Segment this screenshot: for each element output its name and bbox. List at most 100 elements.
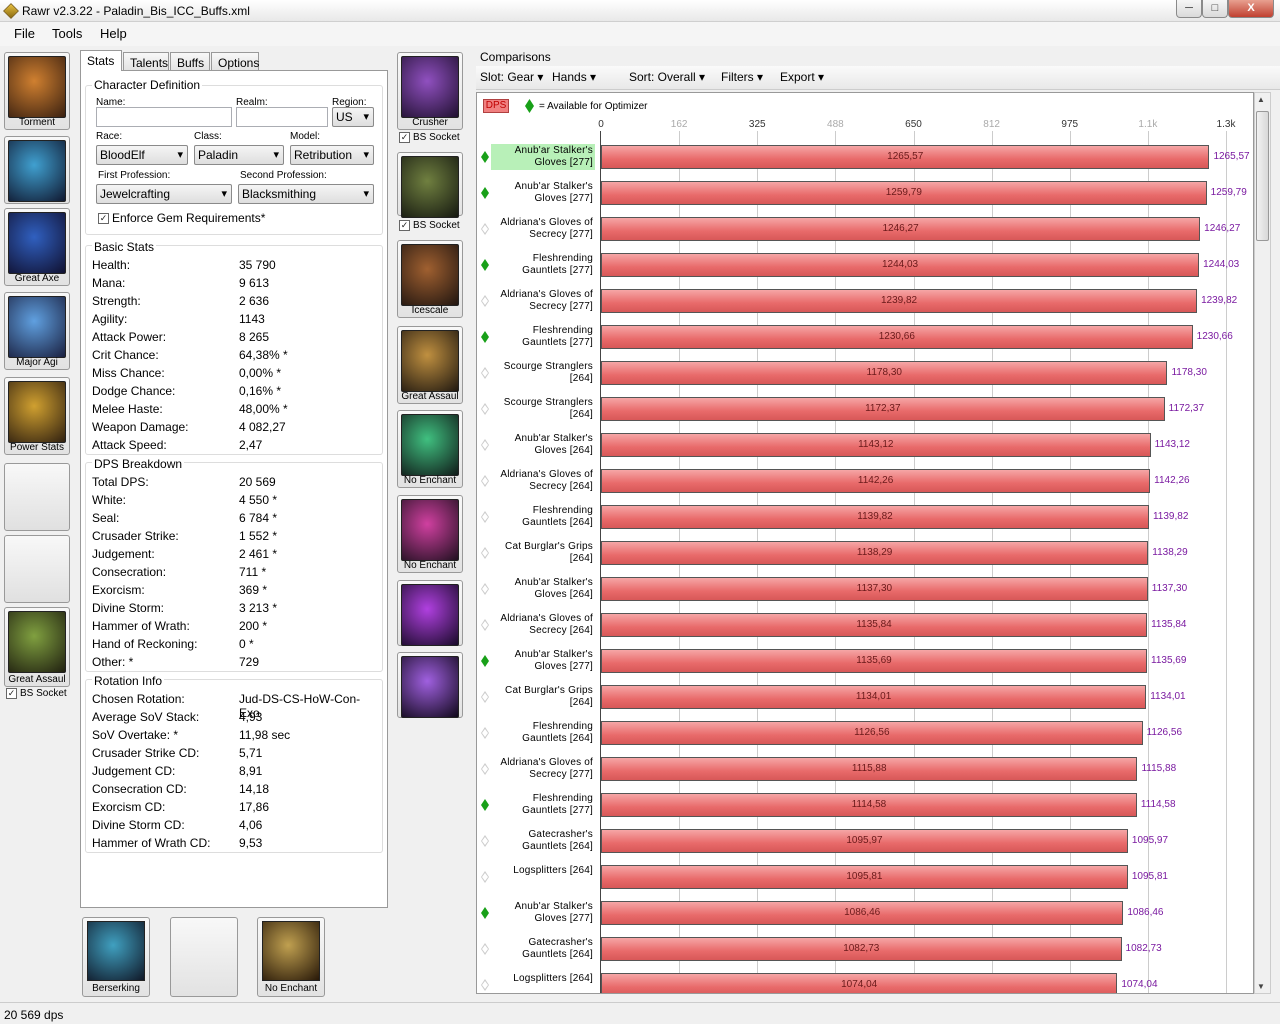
item-name-label[interactable]: Scourge Stranglers [264] xyxy=(491,360,595,386)
name-input[interactable] xyxy=(96,107,232,127)
optimizer-gem-icon[interactable] xyxy=(481,835,489,847)
dps-bar[interactable]: 1115,88 xyxy=(601,757,1138,781)
dps-bar[interactable]: 1137,30 xyxy=(601,577,1148,601)
optimizer-gem-icon[interactable] xyxy=(481,547,489,559)
item-name-label[interactable]: Logsplitters [264] xyxy=(491,864,595,890)
gear-slot-icescale[interactable]: Icescale xyxy=(397,240,463,318)
gear-slot-major-agi[interactable]: Major Agi xyxy=(4,292,70,370)
optimizer-gem-icon[interactable] xyxy=(481,259,489,271)
maximize-button[interactable]: □ xyxy=(1202,0,1228,18)
gear-slot-great-assaul[interactable]: Great Assaul xyxy=(397,326,463,404)
tab-talents[interactable]: Talents xyxy=(123,52,169,70)
gear-slot-crusher[interactable]: Crusher xyxy=(397,52,463,130)
optimizer-gem-icon[interactable] xyxy=(481,655,489,667)
optimizer-gem-icon[interactable] xyxy=(481,691,489,703)
item-name-label[interactable]: Aldriana's Gloves of Secrecy [264] xyxy=(491,468,595,494)
chart-scrollbar[interactable]: ▲ ▼ xyxy=(1254,92,1271,994)
gear-slot-left-5[interactable] xyxy=(4,463,70,531)
optimizer-gem-icon[interactable] xyxy=(481,979,489,991)
dps-bar[interactable]: 1086,46 xyxy=(601,901,1124,925)
dps-bar[interactable]: 1134,01 xyxy=(601,685,1147,709)
item-name-label[interactable]: Aldriana's Gloves of Secrecy [277] xyxy=(491,288,595,314)
minimize-button[interactable]: ─ xyxy=(1176,0,1202,18)
gear-slot-no-enchant[interactable]: No Enchant xyxy=(257,917,325,997)
item-name-label[interactable]: Scourge Stranglers [264] xyxy=(491,396,595,422)
item-name-label[interactable]: Anub'ar Stalker's Gloves [264] xyxy=(491,576,595,602)
dps-bar[interactable]: 1095,81 xyxy=(601,865,1128,889)
item-name-label[interactable]: Cat Burglar's Grips [264] xyxy=(491,540,595,566)
optimizer-gem-icon[interactable] xyxy=(481,367,489,379)
sort-dropdown[interactable]: Sort: Overall ▾ xyxy=(629,70,705,84)
tab-buffs[interactable]: Buffs xyxy=(170,52,210,70)
menu-help[interactable]: Help xyxy=(100,26,127,41)
dps-bar[interactable]: 1074,04 xyxy=(601,973,1118,993)
close-button[interactable]: X xyxy=(1228,0,1274,18)
dps-bar[interactable]: 1265,57 xyxy=(601,145,1210,169)
item-name-label[interactable]: Anub'ar Stalker's Gloves [277] xyxy=(491,144,595,170)
menu-tools[interactable]: Tools xyxy=(52,26,82,41)
optimizer-gem-icon[interactable] xyxy=(481,907,489,919)
tab-stats[interactable]: Stats xyxy=(80,50,122,71)
scroll-down-icon[interactable]: ▼ xyxy=(1257,982,1265,991)
item-name-label[interactable]: Anub'ar Stalker's Gloves [277] xyxy=(491,648,595,674)
dps-bar[interactable]: 1135,69 xyxy=(601,649,1147,673)
dps-bar[interactable]: 1244,03 xyxy=(601,253,1200,277)
optimizer-gem-icon[interactable] xyxy=(481,475,489,487)
dps-bar[interactable]: 1095,97 xyxy=(601,829,1128,853)
gear-slot-mid-1[interactable] xyxy=(397,152,463,218)
gear-slot-left-6[interactable] xyxy=(4,535,70,603)
mid-bs-socket-checkbox-2[interactable]: ✓ BS Socket xyxy=(399,220,460,231)
item-name-label[interactable]: Logsplitters [264] xyxy=(491,972,595,993)
gear-slot-bottom-1[interactable] xyxy=(170,917,238,997)
dps-bar[interactable]: 1126,56 xyxy=(601,721,1143,745)
gear-slot-berserking[interactable]: Berserking xyxy=(82,917,150,997)
dps-bar[interactable]: 1230,66 xyxy=(601,325,1193,349)
item-name-label[interactable]: Aldriana's Gloves of Secrecy [264] xyxy=(491,612,595,638)
export-dropdown[interactable]: Export ▾ xyxy=(780,70,824,84)
dps-bar[interactable]: 1178,30 xyxy=(601,361,1168,385)
left-bs-socket-checkbox[interactable]: ✓ BS Socket xyxy=(6,688,67,699)
gear-slot-power-stats[interactable]: Power Stats xyxy=(4,377,70,455)
item-name-label[interactable]: Fleshrending Gauntlets [264] xyxy=(491,720,595,746)
item-name-label[interactable]: Gatecrasher's Gauntlets [264] xyxy=(491,936,595,962)
dps-bar[interactable]: 1139,82 xyxy=(601,505,1149,529)
gear-slot-no-enchant[interactable]: No Enchant xyxy=(397,410,463,488)
optimizer-gem-icon[interactable] xyxy=(481,799,489,811)
race-select[interactable]: BloodElf xyxy=(96,145,188,165)
optimizer-gem-icon[interactable] xyxy=(481,727,489,739)
optimizer-gem-icon[interactable] xyxy=(481,583,489,595)
gear-slot-mid-7[interactable] xyxy=(397,652,463,718)
item-name-label[interactable]: Anub'ar Stalker's Gloves [277] xyxy=(491,900,595,926)
enforce-gem-checkbox[interactable]: ✓ Enforce Gem Requirements* xyxy=(98,211,265,225)
dps-bar[interactable]: 1239,82 xyxy=(601,289,1198,313)
dps-bar[interactable]: 1082,73 xyxy=(601,937,1122,961)
second-profession-select[interactable]: Blacksmithing xyxy=(238,184,374,204)
dps-bar[interactable]: 1135,84 xyxy=(601,613,1148,637)
optimizer-gem-icon[interactable] xyxy=(481,331,489,343)
item-name-label[interactable]: Aldriana's Gloves of Secrecy [277] xyxy=(491,756,595,782)
item-name-label[interactable]: Aldriana's Gloves of Secrecy [277] xyxy=(491,216,595,242)
item-name-label[interactable]: Cat Burglar's Grips [264] xyxy=(491,684,595,710)
item-name-label[interactable]: Fleshrending Gauntlets [264] xyxy=(491,504,595,530)
optimizer-gem-icon[interactable] xyxy=(481,871,489,883)
class-select[interactable]: Paladin xyxy=(194,145,284,165)
menu-file[interactable]: File xyxy=(14,26,35,41)
region-select[interactable]: US xyxy=(332,107,374,127)
optimizer-gem-icon[interactable] xyxy=(481,187,489,199)
optimizer-gem-icon[interactable] xyxy=(481,943,489,955)
gear-slot-left-1[interactable] xyxy=(4,136,70,204)
dps-bar[interactable]: 1142,26 xyxy=(601,469,1151,493)
slot-dropdown[interactable]: Slot: Gear ▾ xyxy=(480,70,543,84)
mid-bs-socket-checkbox-1[interactable]: ✓ BS Socket xyxy=(399,132,460,143)
tab-options[interactable]: Options xyxy=(211,52,259,70)
dps-bar[interactable]: 1114,58 xyxy=(601,793,1137,817)
optimizer-gem-icon[interactable] xyxy=(481,763,489,775)
hands-dropdown[interactable]: Hands ▾ xyxy=(552,70,596,84)
optimizer-gem-icon[interactable] xyxy=(481,223,489,235)
dps-bar[interactable]: 1259,79 xyxy=(601,181,1207,205)
dps-bar[interactable]: 1246,27 xyxy=(601,217,1201,241)
gear-slot-great-axe[interactable]: Great Axe xyxy=(4,208,70,286)
dps-bar[interactable]: 1143,12 xyxy=(601,433,1151,457)
scrollbar-thumb[interactable] xyxy=(1256,111,1269,241)
item-name-label[interactable]: Gatecrasher's Gauntlets [264] xyxy=(491,828,595,854)
